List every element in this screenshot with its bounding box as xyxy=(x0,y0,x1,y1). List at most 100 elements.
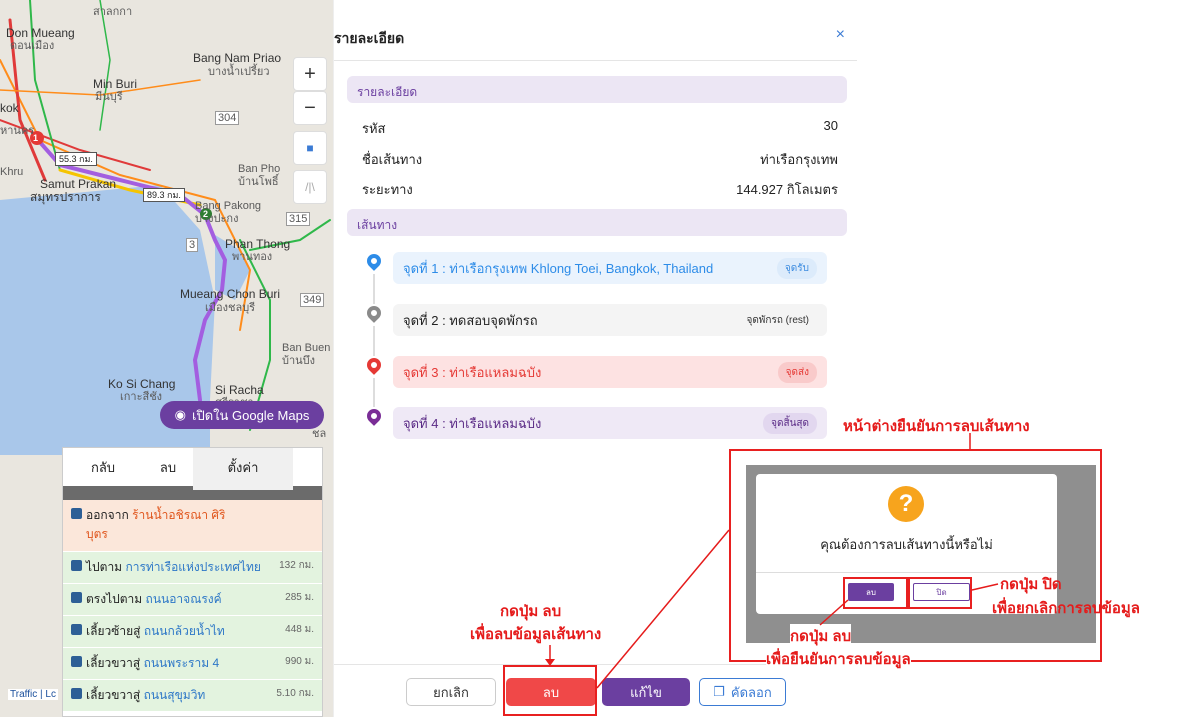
route-connector xyxy=(373,274,375,304)
map-label: บางปะกง xyxy=(195,213,239,225)
edit-label: แก้ไข xyxy=(630,684,662,700)
annotation-press-close: กดปุ่ม ปิด xyxy=(1000,576,1062,593)
highlight-dialog-close xyxy=(908,577,972,609)
route-connector xyxy=(373,378,375,407)
direction-distance: 990 ม. xyxy=(285,656,314,667)
map-label: บ้านโพธิ์ xyxy=(238,176,279,188)
field-value: ท่าเรือกรุงเทพ xyxy=(760,152,838,167)
direction-distance: 448 ม. xyxy=(285,624,314,635)
direction-step[interactable]: เลี้ยวขวาสู่ ถนนสุขุมวิท 5.10 กม. xyxy=(63,680,322,712)
field-row: ระยะทาง 144.927 กิโลเมตร xyxy=(362,179,838,200)
direction-distance: 5.10 กม. xyxy=(276,688,314,699)
stop-badge: จุดรับ xyxy=(776,257,817,279)
annotation-press-delete-desc: เพื่อลบข้อมูลเส้นทาง xyxy=(470,626,602,643)
map-label: Bang Nam Priao xyxy=(193,51,282,65)
truck-button[interactable]: ■ xyxy=(293,131,327,165)
route-marker: 2 xyxy=(203,209,209,219)
route-marker: 1 xyxy=(33,133,39,143)
map-label: ชล xyxy=(312,428,327,440)
zoom-in-button[interactable]: + xyxy=(293,57,327,91)
field-label: ระยะทาง xyxy=(362,182,413,197)
direction-step[interactable]: เลี้ยวขวาสู่ ถนนพระราม 4 990 ม. xyxy=(63,648,322,680)
highlight-dialog-confirm xyxy=(843,577,908,609)
field-label: รหัส xyxy=(362,121,386,136)
zoom-out-button[interactable]: − xyxy=(293,91,327,125)
map-label: บางน้ำเปรี้ยว xyxy=(208,66,270,78)
direction-icon xyxy=(71,656,82,667)
distance-label: 89.3 กม. xyxy=(143,188,185,202)
map-label: Min Buri xyxy=(93,77,138,91)
direction-street: ถนนพระราม 4 xyxy=(143,656,220,670)
map-label: หานคร xyxy=(0,125,35,137)
minus-icon: − xyxy=(304,96,316,119)
stop-badge: จุดพักรถ (rest) xyxy=(738,309,817,331)
road-icon: /|\ xyxy=(305,180,315,194)
direction-action: เลี้ยวขวาสู่ xyxy=(86,656,141,670)
location-pin-icon xyxy=(364,355,384,375)
annotation-dialog-title: หน้าต่างยืนยันการลบเส้นทาง xyxy=(843,418,1030,435)
direction-street: ถนนสุขุมวิท xyxy=(143,688,206,702)
open-google-maps-button[interactable]: ◉ เปิดใน Google Maps xyxy=(160,401,324,429)
tab-back[interactable]: กลับ xyxy=(63,457,143,478)
field-value: 144.927 กิโลเมตร xyxy=(736,182,838,197)
direction-icon xyxy=(71,624,82,635)
copy-label: คัดลอก xyxy=(730,684,772,700)
tab-delete[interactable]: ลบ xyxy=(143,457,193,478)
annotation-press-confirm: กดปุ่ม ลบ xyxy=(790,624,852,648)
directions-steps: ออกจาก ร้านน้ำอชิรณา ศิริ บุตร ไปตาม การท่… xyxy=(63,500,322,712)
dialog-question: คุณต้องการลบเส้นทางนี้หรือไม่ xyxy=(820,537,993,552)
map-label: Ko Si Chang xyxy=(108,377,176,391)
direction-text: ตรงไปตาม ถนนอาจณรงค์ xyxy=(86,590,222,609)
field-label: ชื่อเส้นทาง xyxy=(362,152,423,167)
distance-label: 55.3 กม. xyxy=(55,152,97,166)
annotation-press-delete: กดปุ่ม ลบ xyxy=(500,603,562,620)
highlight-delete-button xyxy=(503,665,597,716)
direction-step[interactable]: ไปตาม การท่าเรือแห่งประเทศไทย 132 กม. xyxy=(63,552,322,584)
direction-icon xyxy=(71,560,82,571)
close-icon[interactable]: × xyxy=(836,26,845,44)
traffic-link[interactable]: Traffic | Lc xyxy=(8,689,58,700)
route-stop[interactable]: จุดที่ 1 : ท่าเรือกรุงเทพ Khlong Toei, B… xyxy=(393,252,827,284)
direction-street: การท่าเรือแห่งประเทศไทย xyxy=(125,560,261,574)
stop-badge: จุดส่ง xyxy=(777,361,817,383)
direction-step[interactable]: ออกจาก ร้านน้ำอชิรณา ศิริ บุตร xyxy=(63,500,322,552)
stop-label: จุดที่ 3 : ท่าเรือแหลมฉบัง xyxy=(403,364,542,380)
direction-step[interactable]: ตรงไปตาม ถนนอาจณรงค์ 285 ม. xyxy=(63,584,322,616)
direction-action: เลี้ยวซ้ายสู่ xyxy=(86,624,141,638)
map-label: Phan Thong xyxy=(225,237,291,251)
stop-label: จุดที่ 1 : ท่าเรือกรุงเทพ Khlong Toei, B… xyxy=(403,260,714,276)
direction-icon xyxy=(71,592,82,603)
route-stop[interactable]: จุดที่ 3 : ท่าเรือแหลมฉบัง จุดส่ง xyxy=(393,356,827,388)
cancel-button[interactable]: ยกเลิก xyxy=(406,678,496,706)
direction-action: ไปตาม xyxy=(86,560,123,574)
road-shield: 349 xyxy=(300,293,325,307)
plus-icon: + xyxy=(304,62,316,85)
edit-button[interactable]: แก้ไข xyxy=(602,678,690,706)
copy-button[interactable]: ❐ คัดลอก xyxy=(699,678,786,706)
direction-action: เลี้ยวขวาสู่ xyxy=(86,688,141,702)
truck-icon: ■ xyxy=(306,141,314,155)
route-connector xyxy=(373,326,375,356)
road-shield: 304 xyxy=(215,111,240,125)
map-label: เมืองชลบุรี xyxy=(205,302,256,314)
map-label: พานทอง xyxy=(232,251,273,263)
map-label: บ้านบึง xyxy=(282,355,316,367)
road-shield: 3 xyxy=(186,238,199,252)
direction-street: ร้านน้ำอชิรณา ศิริ xyxy=(132,508,226,522)
map-label: เกาะสีชัง xyxy=(120,391,163,403)
tab-settings[interactable]: ตั้งค่า xyxy=(193,448,293,490)
map-label: Ban Buen xyxy=(282,342,331,354)
copy-icon: ❐ xyxy=(713,684,725,699)
map-label: Samut Prakan xyxy=(40,177,117,191)
direction-step[interactable]: เลี้ยวซ้ายสู่ ถนนกล้วยน้ำไท 448 ม. xyxy=(63,616,322,648)
map-view[interactable]: สาลกกา Don Mueang ดอนเมือง Bang Nam Pria… xyxy=(0,0,333,717)
question-icon: ? xyxy=(888,486,924,522)
route-stop[interactable]: จุดที่ 2 : ทดสอบจุดพักรถ จุดพักรถ (rest) xyxy=(393,304,827,336)
directions-tabs: กลับ ลบ ตั้งค่า xyxy=(63,448,322,490)
route-stop[interactable]: จุดที่ 4 : ท่าเรือแหลมฉบัง จุดสิ้นสุด xyxy=(393,407,827,439)
road-button[interactable]: /|\ xyxy=(293,170,327,204)
section-detail: รายละเอียด xyxy=(347,76,847,103)
direction-street: ถนนอาจณรงค์ xyxy=(145,592,222,606)
map-label: Khru xyxy=(0,166,24,178)
direction-action: ตรงไปตาม xyxy=(86,592,143,606)
